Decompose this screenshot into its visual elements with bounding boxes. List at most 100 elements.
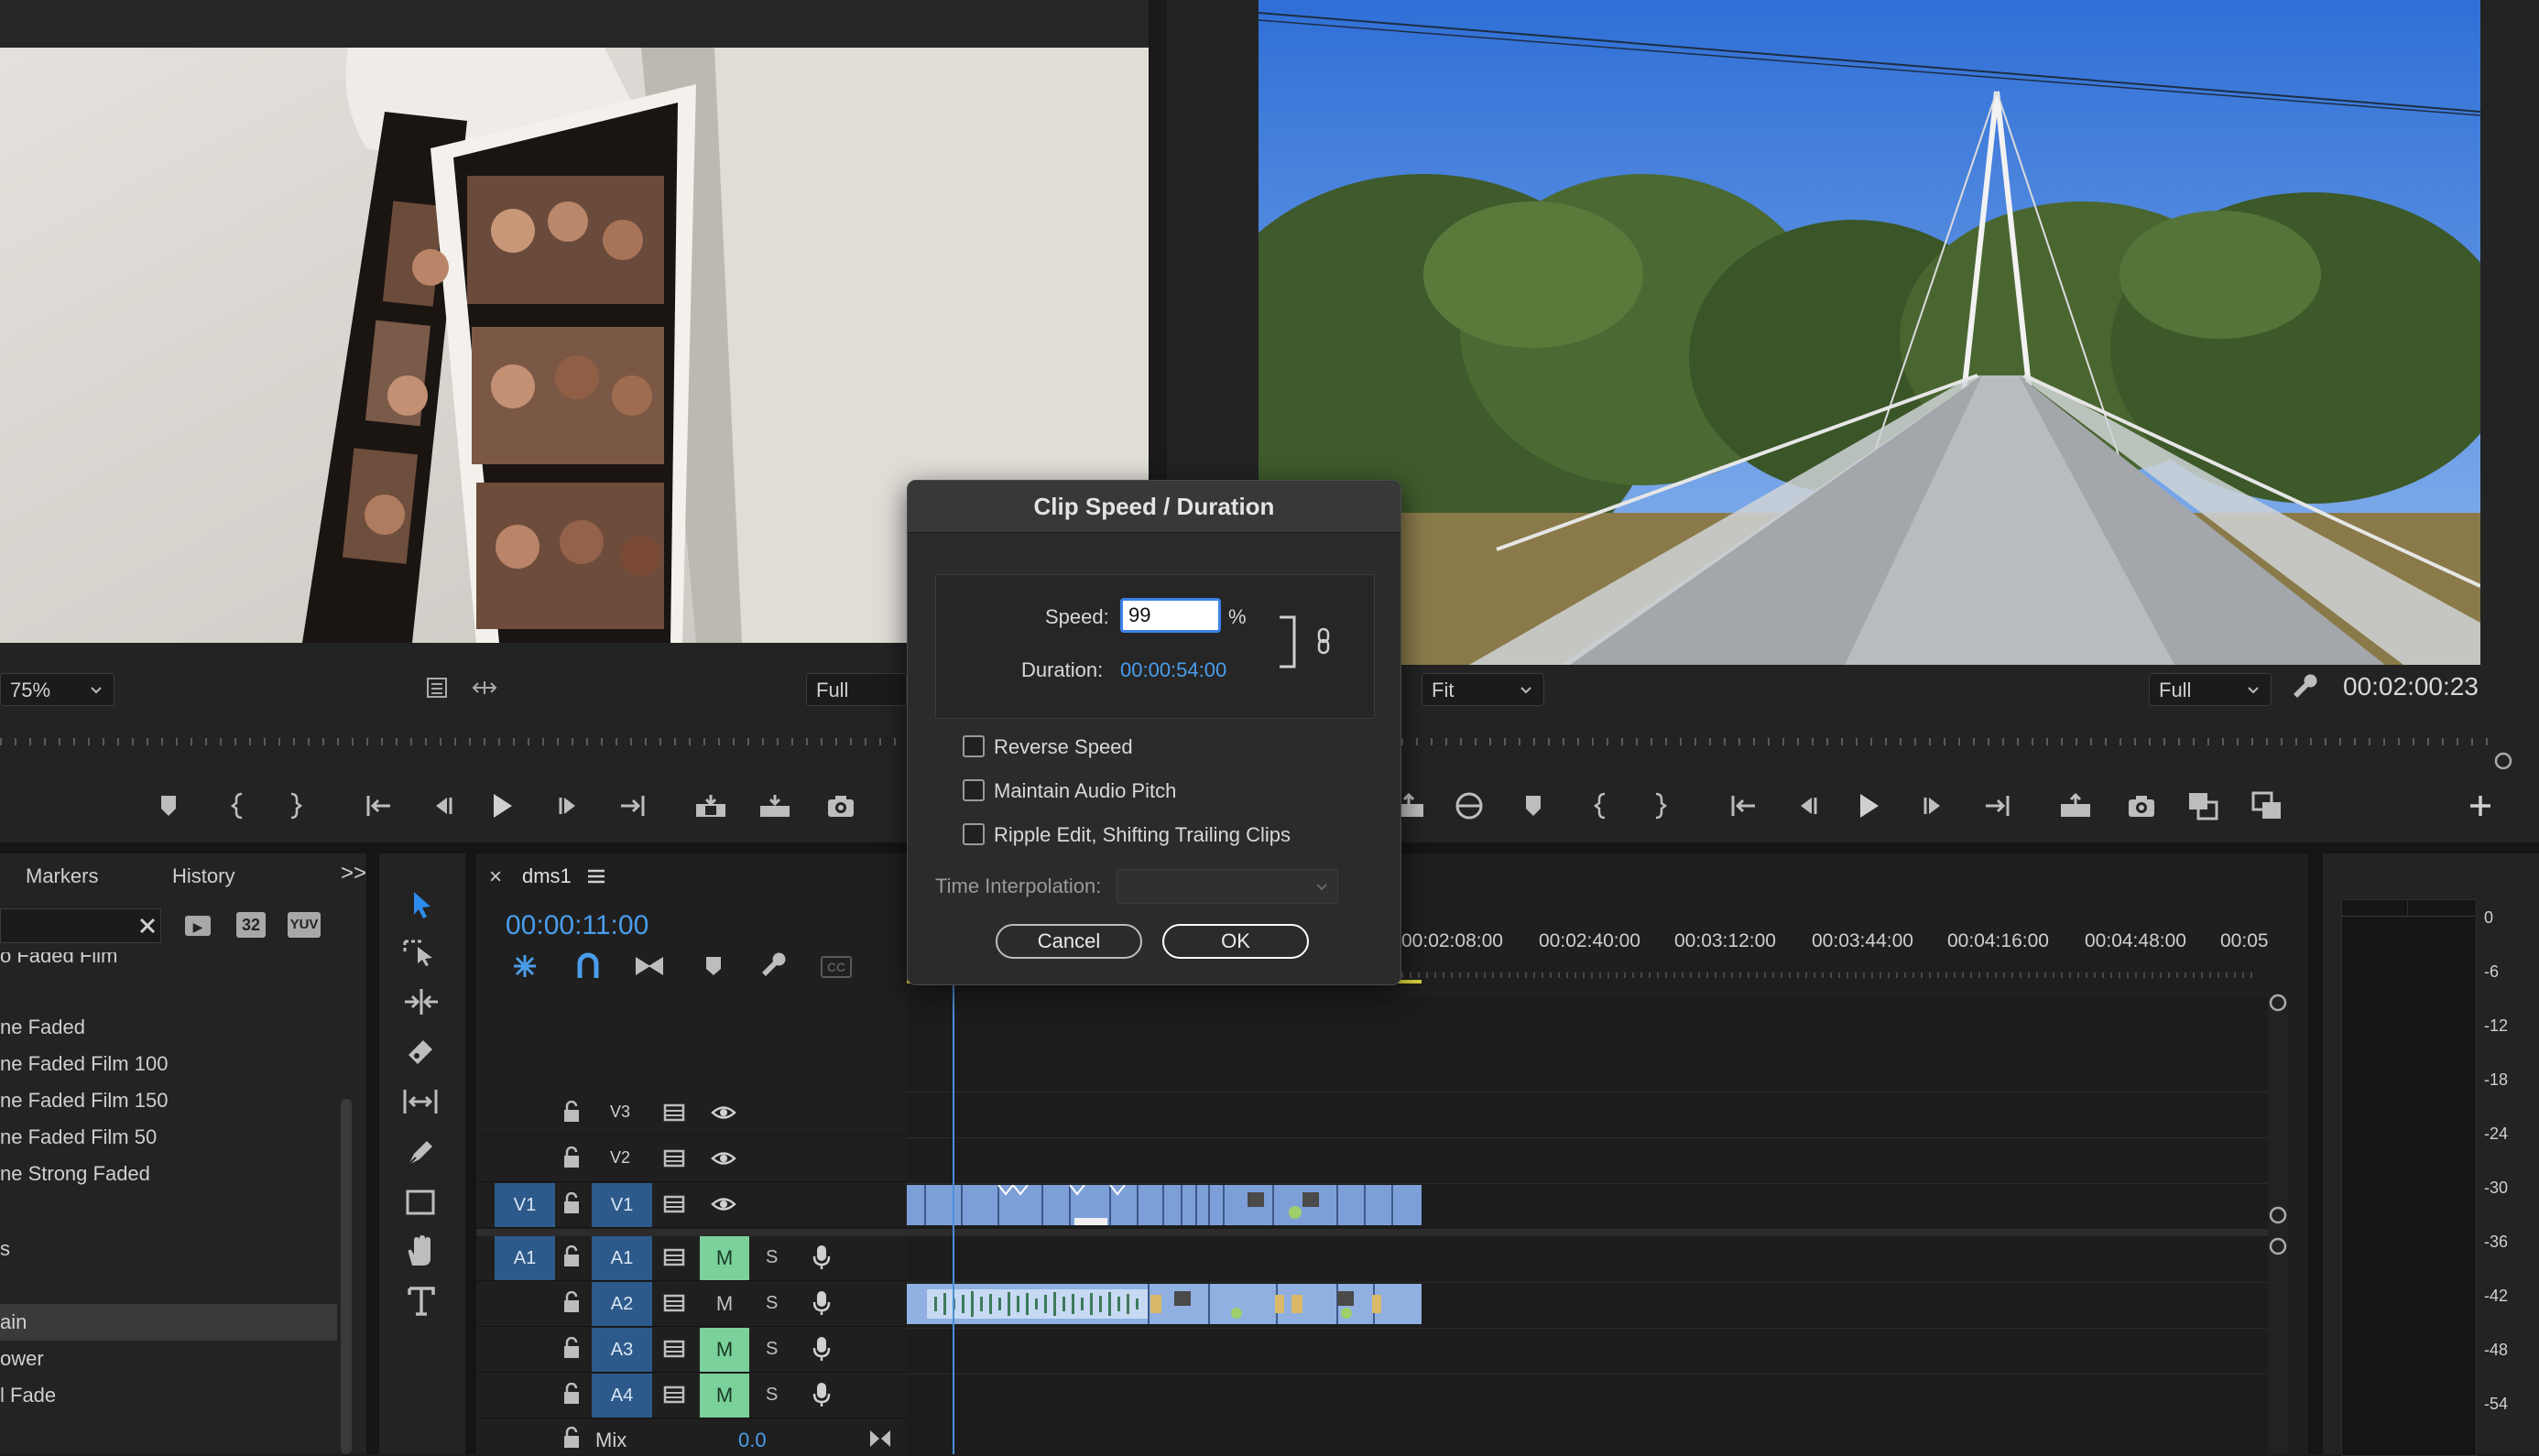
mute-button-a1[interactable]: M: [700, 1236, 749, 1280]
comparison-view-icon[interactable]: [2187, 791, 2218, 820]
add-button-icon[interactable]: [2468, 793, 2493, 819]
program-time-ruler[interactable]: [1401, 733, 2491, 751]
clear-search-icon[interactable]: [137, 916, 158, 936]
add-marker-icon[interactable]: [158, 793, 180, 819]
mark-out-icon[interactable]: [286, 791, 304, 820]
cancel-button[interactable]: Cancel: [996, 924, 1142, 959]
go-to-end-icon[interactable]: [868, 1429, 892, 1449]
list-item[interactable]: ower: [0, 1341, 337, 1377]
insert-icon[interactable]: [694, 793, 727, 819]
microphone-icon[interactable]: [812, 1335, 832, 1363]
go-to-out-icon[interactable]: [617, 793, 647, 819]
step-back-icon[interactable]: [1793, 793, 1819, 819]
overwrite-icon[interactable]: [758, 793, 791, 819]
tab-history[interactable]: History: [172, 864, 234, 888]
yuv-effects-icon[interactable]: YUV: [288, 912, 321, 938]
add-marker-icon[interactable]: [703, 954, 724, 978]
proxy-toggle-icon[interactable]: [2251, 791, 2283, 820]
track-target-a2[interactable]: A2: [592, 1282, 652, 1326]
lock-icon[interactable]: [562, 1192, 581, 1214]
source-patch-a1[interactable]: A1: [495, 1236, 555, 1280]
reverse-speed-checkbox[interactable]: [963, 735, 985, 757]
microphone-icon[interactable]: [812, 1381, 832, 1408]
list-item-selected[interactable]: ain: [0, 1304, 337, 1341]
timeline-vertical-scrollbar[interactable]: [2268, 998, 2288, 1454]
sync-lock-icon[interactable]: [663, 1103, 687, 1123]
linked-selection-icon[interactable]: [634, 952, 665, 980]
sync-lock-icon[interactable]: [663, 1293, 687, 1313]
list-item[interactable]: ne Faded Film 150: [0, 1082, 337, 1119]
microphone-icon[interactable]: [812, 1244, 832, 1271]
export-frame-icon[interactable]: [826, 793, 855, 819]
solo-button-a4[interactable]: S: [766, 1385, 778, 1406]
extract-icon[interactable]: [1455, 791, 1484, 820]
tab-markers[interactable]: Markers: [26, 864, 98, 888]
program-fit-dropdown[interactable]: Fit: [1422, 673, 1544, 706]
lock-icon[interactable]: [562, 1146, 581, 1168]
eye-icon[interactable]: [711, 1194, 736, 1214]
list-item[interactable]: ne Faded Film 50: [0, 1119, 337, 1156]
ripple-edit-label[interactable]: Ripple Edit, Shifting Trailing Clips: [994, 823, 1291, 847]
lock-icon[interactable]: [562, 1427, 581, 1449]
lock-icon[interactable]: [562, 1383, 581, 1405]
mark-in-icon[interactable]: [229, 791, 247, 820]
source-patch-v1[interactable]: V1: [495, 1183, 555, 1227]
hand-tool-icon[interactable]: [405, 1234, 436, 1267]
go-to-out-icon[interactable]: [1982, 793, 2011, 819]
razor-tool-icon[interactable]: [405, 1037, 436, 1068]
ok-button[interactable]: OK: [1162, 924, 1309, 959]
duration-value[interactable]: 00:00:54:00: [1120, 658, 1226, 682]
settings-panel-icon[interactable]: [425, 676, 449, 700]
playhead[interactable]: [953, 985, 954, 1454]
rectangle-tool-icon[interactable]: [405, 1189, 436, 1216]
audio-clips-a2[interactable]: [907, 1284, 1422, 1324]
scroll-handle-icon[interactable]: [2268, 1205, 2288, 1225]
lock-icon[interactable]: [562, 1337, 581, 1359]
step-forward-icon[interactable]: [1922, 793, 1947, 819]
wrench-icon[interactable]: [2292, 674, 2319, 701]
timeline-settings-wrench-icon[interactable]: [760, 952, 788, 980]
list-item[interactable]: ne Faded Film 100: [0, 1046, 337, 1082]
mark-out-icon[interactable]: [1651, 791, 1669, 820]
list-item[interactable]: ne Strong Faded: [0, 1156, 337, 1192]
ripple-edit-tool-icon[interactable]: [403, 987, 440, 1016]
program-resolution-dropdown[interactable]: Full: [2149, 673, 2272, 706]
track-select-tool-icon[interactable]: [403, 938, 436, 967]
mute-button-a2[interactable]: M: [700, 1282, 749, 1326]
eye-icon[interactable]: [711, 1103, 736, 1123]
timeline-timecode[interactable]: 00:00:11:00: [506, 910, 648, 941]
sync-lock-icon[interactable]: [663, 1339, 687, 1359]
mark-in-icon[interactable]: [1592, 791, 1610, 820]
hamburger-menu-icon[interactable]: [586, 868, 606, 885]
list-item[interactable]: l Fade: [0, 1377, 337, 1414]
ripple-edit-checkbox[interactable]: [963, 823, 985, 845]
maintain-audio-pitch-checkbox[interactable]: [963, 779, 985, 801]
solo-button-a3[interactable]: S: [766, 1339, 778, 1360]
snap-magnet-icon[interactable]: [575, 952, 601, 980]
track-target-a3[interactable]: A3: [592, 1328, 652, 1372]
mute-button-a3[interactable]: M: [700, 1328, 749, 1372]
track-target-a1[interactable]: A1: [592, 1236, 652, 1280]
track-target-v1[interactable]: V1: [592, 1183, 652, 1227]
list-item[interactable]: ne Faded: [0, 1009, 337, 1046]
play-icon[interactable]: [1856, 791, 1881, 820]
selection-tool-icon[interactable]: [409, 890, 434, 919]
lock-icon[interactable]: [562, 1101, 581, 1123]
list-item[interactable]: s: [0, 1231, 337, 1267]
pen-tool-icon[interactable]: [405, 1137, 436, 1168]
go-to-in-icon[interactable]: [1729, 793, 1759, 819]
effects-scrollbar[interactable]: [341, 1099, 352, 1454]
source-zoom-dropdown[interactable]: 75%: [0, 673, 114, 706]
sync-lock-icon[interactable]: [663, 1247, 687, 1267]
play-icon[interactable]: [489, 791, 515, 820]
microphone-icon[interactable]: [812, 1289, 832, 1317]
panel-overflow-button[interactable]: >>: [341, 861, 366, 886]
time-interpolation-dropdown[interactable]: [1117, 869, 1338, 904]
maintain-audio-pitch-label[interactable]: Maintain Audio Pitch: [994, 779, 1176, 803]
lock-icon[interactable]: [562, 1291, 581, 1313]
drag-video-icon[interactable]: [471, 676, 498, 700]
track-target-a4[interactable]: A4: [592, 1374, 652, 1418]
lock-icon[interactable]: [562, 1245, 581, 1267]
type-tool-icon[interactable]: [407, 1286, 436, 1317]
scroll-handle-icon[interactable]: [2268, 1236, 2288, 1256]
